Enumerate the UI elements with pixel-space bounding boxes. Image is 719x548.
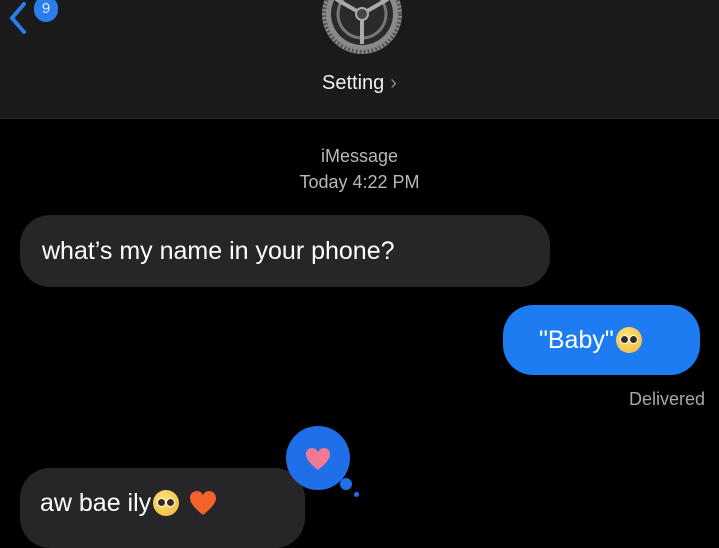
message-text: what’s my name in your phone?: [42, 236, 395, 265]
message-text: "Baby": [539, 325, 614, 354]
settings-gear-avatar[interactable]: [320, 0, 404, 56]
back-button[interactable]: 9: [6, 0, 58, 36]
conversation-header: 9 Setting ›: [0, 0, 719, 119]
pleading-face-icon: [615, 327, 642, 353]
unread-badge: 9: [34, 0, 58, 22]
message-text: aw bae ily: [40, 488, 152, 517]
pleading-face-icon: [153, 490, 180, 516]
message-received[interactable]: what’s my name in your phone?: [20, 215, 550, 287]
chevron-left-icon: [9, 2, 26, 34]
tapback-tail-dot: [354, 492, 359, 497]
tapback-tail: [340, 478, 352, 490]
contact-name: Setting: [322, 72, 385, 94]
service-label: iMessage: [320, 146, 399, 166]
orange-heart-icon: [190, 491, 217, 515]
chevron-right-icon: ›: [390, 72, 397, 94]
timestamp: Today 4:22 PM: [299, 172, 420, 192]
message-sent[interactable]: "Baby": [503, 305, 700, 375]
message-received[interactable]: aw bae ily: [20, 468, 305, 548]
contact-name-button[interactable]: Setting ›: [0, 72, 719, 95]
delivery-status: Delivered: [628, 389, 705, 409]
